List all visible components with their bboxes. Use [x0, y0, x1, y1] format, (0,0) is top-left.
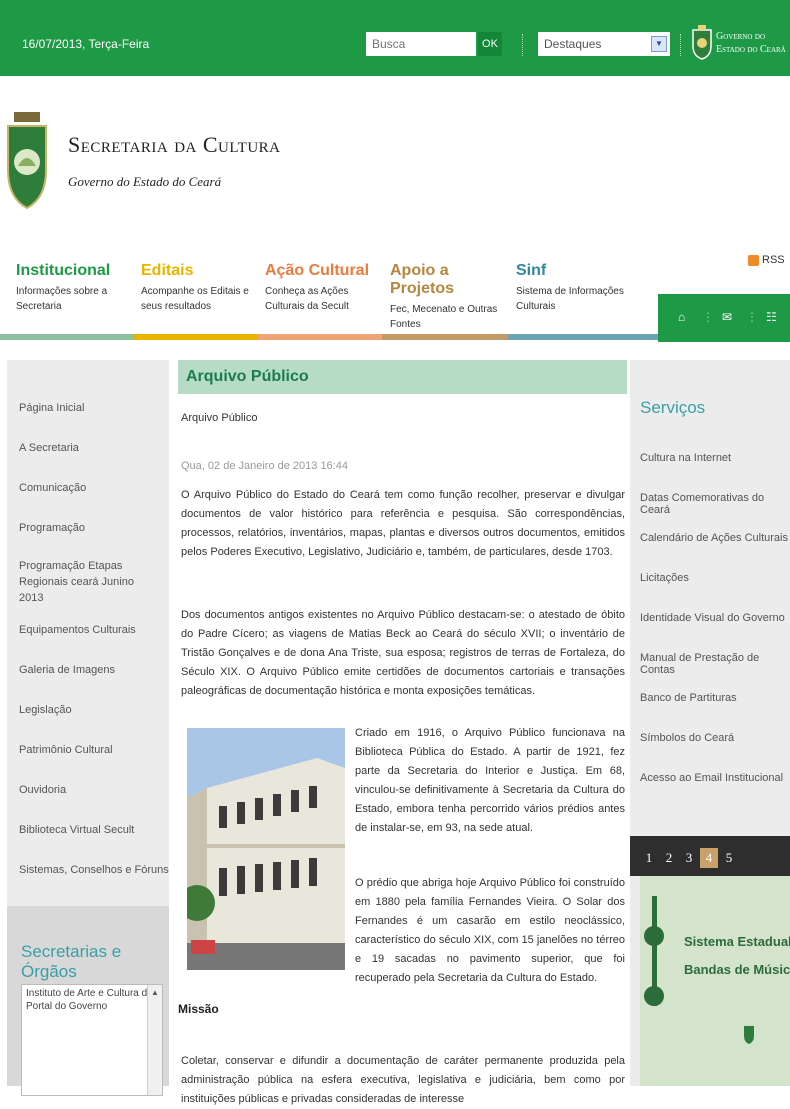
banner-pager: 1 2 3 4 5	[630, 836, 790, 876]
listbox-scrollbar[interactable]: ▲	[147, 985, 162, 1095]
nav-color-bar	[134, 334, 258, 340]
quick-icons-bar: ⌂ ⋮ ✉ ⋮ ☷	[658, 294, 790, 342]
sidebar-item-programacao-etapas[interactable]: Programação Etapas Regionais ceará Junin…	[19, 558, 159, 606]
sidebar-item-comunicacao[interactable]: Comunicação	[19, 480, 86, 496]
search-input[interactable]	[366, 32, 476, 56]
secretarias-box: Secretarias e Órgãos Instituto de Arte e…	[7, 906, 169, 1096]
nav-item-editais[interactable]: Editais Acompanhe os Editais e seus resu…	[141, 262, 265, 314]
nav-color-bar	[0, 334, 134, 340]
nav-item-desc: Fec, Mecenato e Outras Fontes	[390, 304, 498, 330]
destaques-value: Destaques	[544, 37, 602, 51]
sidebar-item-biblioteca[interactable]: Biblioteca Virtual Secult	[19, 822, 134, 838]
nav-item-desc: Conheça as Ações Culturais da Secult	[265, 286, 349, 312]
nav-item-title: Sinf	[516, 262, 547, 279]
servicos-link[interactable]: Cultura na Internet	[640, 452, 731, 464]
pager-button-4[interactable]: 4	[700, 848, 718, 868]
servicos-link[interactable]: Licitações	[640, 572, 689, 584]
banner-line-2: Bandas de Música	[684, 962, 790, 977]
rss-icon	[748, 254, 759, 266]
list-item[interactable]: Portal do Governo	[22, 999, 162, 1014]
servicos-link[interactable]: Banco de Partituras	[640, 692, 737, 704]
chevron-down-icon[interactable]: ▼	[651, 36, 667, 52]
nav-item-title: Editais	[141, 262, 194, 279]
sidebar-item-equipamentos[interactable]: Equipamentos Culturais	[19, 622, 136, 638]
site-title[interactable]: Secretaria da Cultura	[68, 132, 281, 158]
destaques-select[interactable]: Destaques ▼	[538, 32, 670, 56]
site-subtitle: Governo do Estado do Ceará	[68, 174, 222, 189]
divider	[680, 34, 681, 56]
article-title: Arquivo Público	[178, 360, 627, 394]
servicos-link[interactable]: Datas Comemorativas do Ceará	[640, 492, 790, 516]
top-bar: 16/07/2013, Terça-Feira OK Destaques ▼ G…	[0, 0, 790, 76]
mail-icon[interactable]: ✉	[722, 310, 732, 324]
nav-item-title: Apoio a Projetos	[390, 262, 455, 297]
pager-button-2[interactable]: 2	[660, 848, 678, 868]
list-item[interactable]: Instituto de Arte e Cultura do C	[22, 985, 148, 999]
sidebar-item-patrimonio[interactable]: Patrimônio Cultural	[19, 742, 113, 758]
servicos-link[interactable]: Calendário de Ações Culturais	[640, 532, 788, 544]
arquivo-publico-photo	[187, 728, 345, 970]
pager-button-5[interactable]: 5	[720, 848, 738, 868]
sidebar-item-ouvidoria[interactable]: Ouvidoria	[19, 782, 66, 798]
secretaria-crest-icon[interactable]	[6, 110, 48, 210]
servicos-link[interactable]: Identidade Visual do Governo	[640, 612, 785, 624]
secretarias-title: Secretarias e Órgãos	[21, 942, 122, 981]
sidebar-item-legislacao[interactable]: Legislação	[19, 702, 72, 718]
article-subtitle: Arquivo Público	[181, 412, 258, 424]
article-paragraph: O prédio que abriga hoje Arquivo Público…	[355, 877, 625, 984]
nav-item-apoio-projetos[interactable]: Apoio a Projetos Fec, Mecenato e Outras …	[390, 262, 514, 332]
article-paragraph: Criado em 1916, o Arquivo Público funcio…	[355, 727, 625, 834]
nav-item-acao-cultural[interactable]: Ação Cultural Conheça as Ações Culturais…	[265, 262, 389, 314]
nav-item-title: Institucional	[16, 262, 111, 279]
servicos-title: Serviços	[640, 398, 706, 417]
sidebar-item-programacao[interactable]: Programação	[19, 520, 85, 536]
article-paragraph: Coletar, conservar e difundir a document…	[181, 1055, 625, 1105]
nav-color-bar	[508, 334, 658, 340]
nav-item-title: Ação Cultural	[265, 262, 370, 279]
banner-line-1: Sistema Estadual	[684, 934, 790, 949]
servicos-link[interactable]: Manual de Prestação de Contas	[640, 652, 790, 676]
article-paragraph: O Arquivo Público do Estado do Ceará tem…	[181, 489, 625, 558]
nav-item-sinf[interactable]: Sinf Sistema de Informações Culturais	[516, 262, 640, 314]
rss-link[interactable]: RSS	[748, 254, 785, 266]
nav-color-bar	[382, 334, 508, 340]
pager-button-1[interactable]: 1	[640, 848, 658, 868]
servicos-link[interactable]: Acesso ao Email Institucional	[640, 772, 783, 784]
sidebar-item-pagina-inicial[interactable]: Página Inicial	[19, 400, 84, 416]
servicos-link[interactable]: Símbolos do Ceará	[640, 732, 734, 744]
sidebar-item-sistemas[interactable]: Sistemas, Conselhos e Fóruns	[19, 862, 169, 878]
sidebar-item-galeria[interactable]: Galeria de Imagens	[19, 662, 115, 678]
banner-artwork: Sistema Estadual Bandas de Música	[640, 876, 790, 1086]
current-date: 16/07/2013, Terça-Feira	[22, 37, 150, 51]
nav-item-desc: Sistema de Informações Culturais	[516, 286, 624, 312]
sidebar-item-a-secretaria[interactable]: A Secretaria	[19, 440, 79, 456]
nav-item-desc: Informações sobre a Secretaria	[16, 286, 108, 312]
missao-heading: Missão	[178, 1002, 219, 1016]
nav-color-bar	[258, 334, 382, 340]
pager-button-3[interactable]: 3	[680, 848, 698, 868]
divider	[522, 34, 523, 56]
article-date: Qua, 02 de Janeiro de 2013 16:44	[181, 460, 348, 472]
bandas-musica-banner[interactable]: Sistema Estadual Bandas de Música	[640, 876, 790, 1086]
nav-item-desc: Acompanhe os Editais e seus resultados	[141, 286, 249, 312]
sitemap-icon[interactable]: ☷	[766, 310, 777, 324]
nav-item-institucional[interactable]: Institucional Informações sobre a Secret…	[16, 262, 140, 314]
secretarias-listbox[interactable]: Instituto de Arte e Cultura do C Portal …	[21, 984, 163, 1096]
home-icon[interactable]: ⌂	[678, 310, 685, 324]
article-paragraph: Dos documentos antigos existentes no Arq…	[181, 609, 625, 697]
search-ok-button[interactable]: OK	[478, 32, 502, 56]
chevron-up-icon[interactable]: ▲	[148, 988, 162, 997]
government-crest-icon[interactable]	[690, 24, 714, 60]
government-logo-text[interactable]: Governo do Estado do Ceará	[716, 30, 786, 56]
